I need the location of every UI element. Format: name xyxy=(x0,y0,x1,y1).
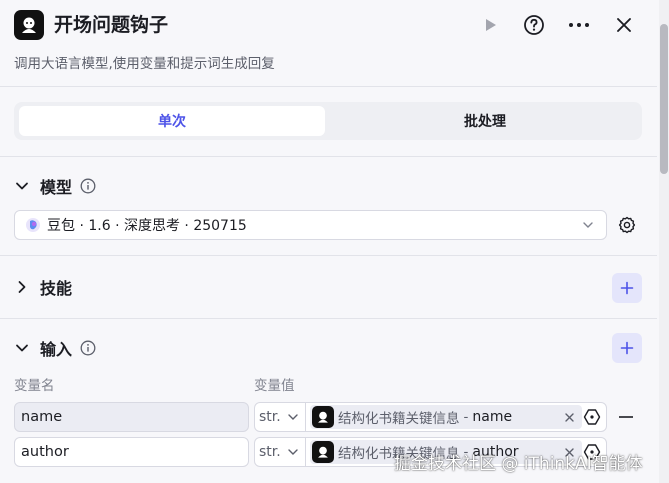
remove-row-icon[interactable] xyxy=(618,409,634,425)
chevron-down-icon[interactable] xyxy=(14,178,30,194)
plus-icon xyxy=(620,341,634,355)
input-section-label: 输入 xyxy=(40,340,73,359)
column-header-name: 变量名 xyxy=(14,378,55,394)
info-icon[interactable] xyxy=(80,340,96,356)
type-select-value: str. xyxy=(259,409,281,425)
input-section-header: 输入 xyxy=(14,335,96,361)
type-select[interactable]: str. xyxy=(254,402,306,432)
skills-section-label: 技能 xyxy=(40,279,73,298)
skills-section-header: 技能 xyxy=(14,274,72,300)
close-icon[interactable] xyxy=(611,12,637,38)
node-config-panel: 开场问题钩子 调用大语言模型,使用变量和提示词生成回复 单次 批处理 模型 豆包… xyxy=(0,0,669,483)
bot-icon xyxy=(14,10,44,40)
type-select-value: str. xyxy=(259,444,281,460)
variable-ref-icon[interactable] xyxy=(582,407,602,427)
tab-batch[interactable]: 批处理 xyxy=(332,106,638,136)
variable-name-input[interactable]: author xyxy=(14,437,249,467)
mode-tabs: 单次 批处理 xyxy=(14,102,642,140)
bot-icon xyxy=(312,441,334,463)
bot-icon xyxy=(312,406,334,428)
chevron-down-icon xyxy=(288,449,298,455)
divider xyxy=(0,156,657,157)
help-icon[interactable] xyxy=(521,12,547,38)
more-icon[interactable] xyxy=(566,12,592,38)
add-skill-button[interactable] xyxy=(612,273,642,303)
chevron-down-icon[interactable] xyxy=(14,340,30,356)
variable-reference-chip[interactable]: 结构化书籍关键信息 - name xyxy=(310,405,582,429)
doubao-logo-icon xyxy=(26,218,40,232)
divider xyxy=(0,318,657,319)
chevron-right-icon[interactable] xyxy=(14,279,30,295)
reference-separator: - xyxy=(463,409,469,425)
column-header-value: 变量值 xyxy=(254,378,295,394)
add-input-button[interactable] xyxy=(612,333,642,363)
panel-header: 开场问题钩子 调用大语言模型,使用变量和提示词生成回复 xyxy=(0,0,669,86)
gear-icon[interactable] xyxy=(616,214,638,236)
chevron-down-icon xyxy=(288,414,298,420)
plus-icon xyxy=(620,281,634,295)
reference-variable: name xyxy=(472,409,513,425)
scrollbar-thumb[interactable] xyxy=(660,24,668,174)
node-title[interactable]: 开场问题钩子 xyxy=(54,12,168,38)
model-section-header: 模型 xyxy=(14,173,96,199)
variable-name-input[interactable]: name xyxy=(14,402,249,432)
node-description: 调用大语言模型,使用变量和提示词生成回复 xyxy=(14,56,275,72)
tab-single[interactable]: 单次 xyxy=(19,106,325,136)
chevron-down-icon xyxy=(583,222,593,228)
variable-value-field[interactable]: 结构化书籍关键信息 - name xyxy=(305,402,607,432)
run-icon[interactable] xyxy=(477,12,503,38)
divider xyxy=(0,86,657,87)
type-select[interactable]: str. xyxy=(254,437,306,467)
watermark: 掘金技术社区 @ iThinkAI智能体 xyxy=(394,454,643,474)
info-icon[interactable] xyxy=(80,178,96,194)
model-section-label: 模型 xyxy=(40,178,73,197)
reference-source: 结构化书籍关键信息 xyxy=(338,411,460,427)
vertical-scrollbar[interactable] xyxy=(659,0,669,483)
clear-reference-icon[interactable] xyxy=(562,410,576,424)
divider xyxy=(0,255,657,256)
model-select-value: 豆包 · 1.6 · 深度思考 · 250715 xyxy=(47,218,247,234)
model-select[interactable]: 豆包 · 1.6 · 深度思考 · 250715 xyxy=(14,210,607,240)
